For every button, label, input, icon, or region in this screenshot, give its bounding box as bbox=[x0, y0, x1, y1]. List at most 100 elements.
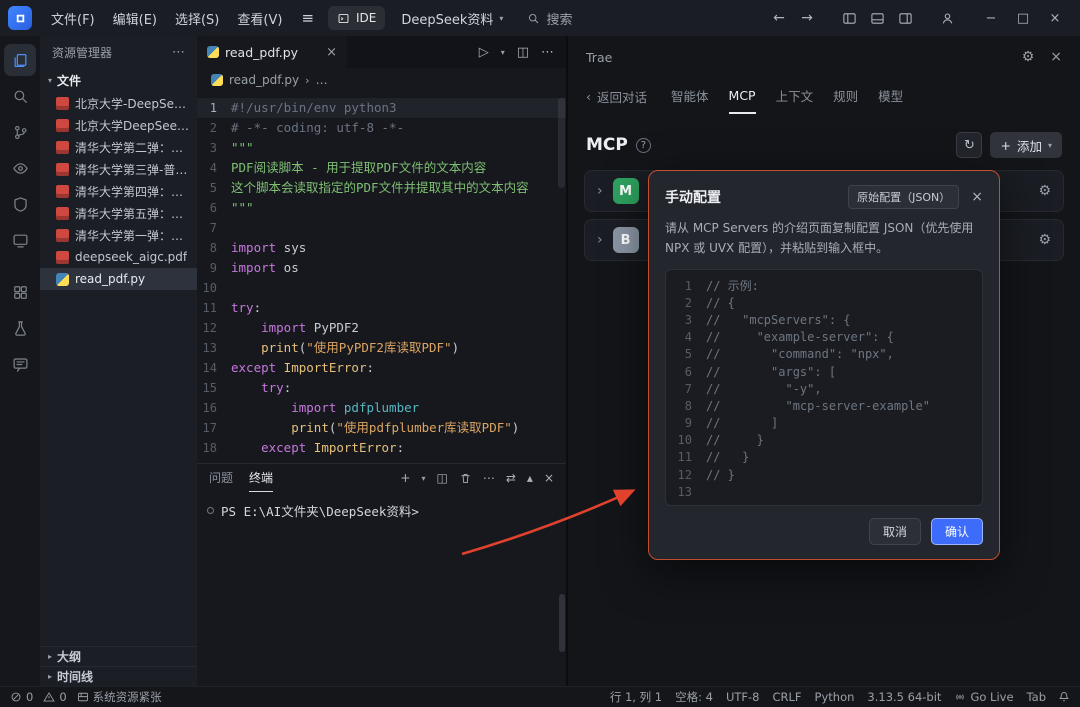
warnings-status[interactable]: 0 bbox=[43, 690, 66, 704]
file-name: 清华大学第四弹：De… bbox=[75, 183, 191, 200]
activity-testing-flask-button[interactable] bbox=[4, 312, 36, 344]
editor-scrollbar[interactable] bbox=[558, 98, 565, 188]
sidebar-section-1[interactable]: ▸时间线 bbox=[40, 666, 197, 686]
resource-status[interactable]: 系统资源紧张 bbox=[77, 689, 162, 705]
file-item-6[interactable]: 清华大学第一弹：De… bbox=[40, 224, 197, 246]
file-item-8[interactable]: read_pdf.py bbox=[40, 268, 197, 290]
status-item-0[interactable]: 行 1, 列 1 bbox=[610, 689, 662, 705]
status-item-6[interactable]: Go Live bbox=[954, 690, 1013, 704]
add-button[interactable]: + 添加 ▾ bbox=[990, 132, 1062, 158]
server-settings-icon[interactable]: ⚙ bbox=[1038, 232, 1051, 248]
menu-item-0[interactable]: 文件(F) bbox=[42, 5, 104, 32]
close-panel-icon[interactable]: × bbox=[544, 471, 554, 485]
ai-tab-1[interactable]: MCP bbox=[729, 78, 756, 114]
split-terminal-icon[interactable]: ◫ bbox=[437, 471, 448, 485]
minimize-button[interactable]: − bbox=[976, 4, 1006, 32]
layout-sidebar-icon[interactable] bbox=[836, 5, 862, 31]
terminal[interactable]: PS E:\AI文件夹\DeepSeek资料> bbox=[197, 492, 566, 529]
ai-tab-3[interactable]: 规则 bbox=[833, 78, 858, 114]
file-item-4[interactable]: 清华大学第四弹：De… bbox=[40, 180, 197, 202]
app-logo[interactable] bbox=[8, 6, 32, 30]
close-window-button[interactable]: × bbox=[1040, 4, 1070, 32]
editor-tab[interactable]: read_pdf.py × bbox=[197, 36, 347, 68]
trash-icon[interactable] bbox=[459, 472, 472, 485]
ai-tab-0[interactable]: 智能体 bbox=[671, 78, 709, 114]
editor-more-actions-icon[interactable]: ⋯ bbox=[541, 45, 554, 60]
split-editor-icon[interactable]: ◫ bbox=[517, 45, 529, 60]
file-item-7[interactable]: deepseek_aigc.pdf bbox=[40, 246, 197, 268]
activity-remote-chat-button[interactable] bbox=[4, 224, 36, 256]
activity-search-button[interactable] bbox=[4, 80, 36, 112]
account-icon[interactable] bbox=[934, 5, 960, 31]
server-settings-icon[interactable]: ⚙ bbox=[1038, 183, 1051, 199]
modal-code-line-1: 1// 示例: bbox=[676, 278, 972, 295]
status-item-1[interactable]: 空格: 4 bbox=[675, 689, 713, 705]
forward-icon[interactable]: → bbox=[794, 5, 820, 31]
menu-item-1[interactable]: 编辑(E) bbox=[104, 5, 166, 32]
terminal-options-icon[interactable]: ▾ bbox=[421, 474, 425, 483]
panel-tab-1[interactable]: 终端 bbox=[249, 464, 273, 492]
activity-extensions-button[interactable] bbox=[4, 276, 36, 308]
status-item-2[interactable]: UTF-8 bbox=[726, 690, 760, 704]
maximize-panel-icon[interactable]: ▴ bbox=[527, 471, 533, 485]
ide-badge[interactable]: IDE bbox=[328, 6, 385, 30]
more-menus-button[interactable]: ≡ bbox=[293, 5, 322, 31]
section-label: 大纲 bbox=[57, 648, 81, 665]
sidebar-section-0[interactable]: ▸大纲 bbox=[40, 646, 197, 666]
raw-config-button[interactable]: 原始配置（JSON） bbox=[848, 185, 959, 209]
more-actions-icon[interactable]: ⋯ bbox=[172, 45, 185, 60]
code-editor[interactable]: 1#!/usr/bin/env python32# -*- coding: ut… bbox=[197, 92, 566, 463]
confirm-button[interactable]: 确认 bbox=[931, 518, 983, 545]
titlebar-search[interactable]: 搜索 bbox=[527, 9, 572, 28]
source-control-icon bbox=[12, 124, 29, 141]
run-options-icon[interactable]: ▾ bbox=[501, 48, 505, 57]
ai-tab-2[interactable]: 上下文 bbox=[776, 78, 814, 114]
breadcrumb[interactable]: read_pdf.py › … bbox=[197, 68, 566, 92]
menu-item-3[interactable]: 查看(V) bbox=[228, 5, 291, 32]
status-item-4[interactable]: Python bbox=[815, 690, 855, 704]
panel-tab-0[interactable]: 问题 bbox=[209, 464, 233, 492]
errors-status[interactable]: 0 bbox=[10, 690, 33, 704]
file-item-5[interactable]: 清华大学第五弹：De… bbox=[40, 202, 197, 224]
activity-files-button[interactable] bbox=[4, 44, 36, 76]
status-item-7[interactable]: Tab bbox=[1027, 690, 1046, 704]
refresh-button[interactable]: ↻ bbox=[956, 132, 982, 158]
maximize-button[interactable]: □ bbox=[1008, 4, 1038, 32]
activity-debug-shield-button[interactable] bbox=[4, 188, 36, 220]
line-number: 10 bbox=[676, 432, 692, 449]
cancel-button[interactable]: 取消 bbox=[869, 518, 921, 545]
panel-more-actions-icon[interactable]: ⋯ bbox=[483, 471, 495, 485]
status-item-5[interactable]: 3.13.5 64-bit bbox=[867, 690, 941, 704]
status-item-3[interactable]: CRLF bbox=[772, 690, 801, 704]
bell-icon[interactable] bbox=[1058, 691, 1070, 703]
layout-secondary-sidebar-icon[interactable] bbox=[892, 5, 918, 31]
close-modal-icon[interactable]: × bbox=[971, 189, 983, 205]
back-to-chat-button[interactable]: ‹ 返回对话 bbox=[586, 87, 647, 106]
close-ai-panel-icon[interactable]: × bbox=[1050, 49, 1062, 65]
settings-gear-icon[interactable]: ⚙ bbox=[1022, 49, 1035, 65]
activity-source-control-button[interactable] bbox=[4, 116, 36, 148]
files-section-header[interactable]: ▾ 文件 bbox=[40, 68, 197, 92]
menu-item-2[interactable]: 选择(S) bbox=[166, 5, 228, 32]
ai-tab-4[interactable]: 模型 bbox=[878, 78, 903, 114]
file-name: deepseek_aigc.pdf bbox=[75, 250, 187, 264]
modal-code-line-9: 9// ] bbox=[676, 415, 972, 432]
code-text: // "example-server": { bbox=[706, 329, 894, 346]
file-item-1[interactable]: 北京大学DeepSeek系… bbox=[40, 114, 197, 136]
file-item-0[interactable]: 北京大学-DeepSeek… bbox=[40, 92, 197, 114]
new-terminal-icon[interactable]: + bbox=[400, 471, 410, 485]
close-tab-icon[interactable]: × bbox=[326, 45, 337, 60]
swap-panel-icon[interactable]: ⇄ bbox=[506, 471, 516, 485]
activity-feedback-button[interactable] bbox=[4, 348, 36, 380]
file-item-2[interactable]: 清华大学第二弹：De… bbox=[40, 136, 197, 158]
activity-preview-eye-button[interactable] bbox=[4, 152, 36, 184]
modal-code[interactable]: 1// 示例:2// {3// "mcpServers": {4// "exam… bbox=[665, 269, 983, 506]
back-icon[interactable]: ← bbox=[766, 5, 792, 31]
layout-panel-icon[interactable] bbox=[864, 5, 890, 31]
terminal-scrollbar[interactable] bbox=[559, 594, 565, 652]
file-item-3[interactable]: 清华大学第三弹-普通… bbox=[40, 158, 197, 180]
run-button[interactable]: ▷ bbox=[479, 45, 489, 60]
debug-shield-icon bbox=[12, 196, 29, 213]
help-icon[interactable]: ? bbox=[636, 138, 651, 153]
project-selector[interactable]: DeepSeek资料 ▾ bbox=[401, 9, 503, 28]
